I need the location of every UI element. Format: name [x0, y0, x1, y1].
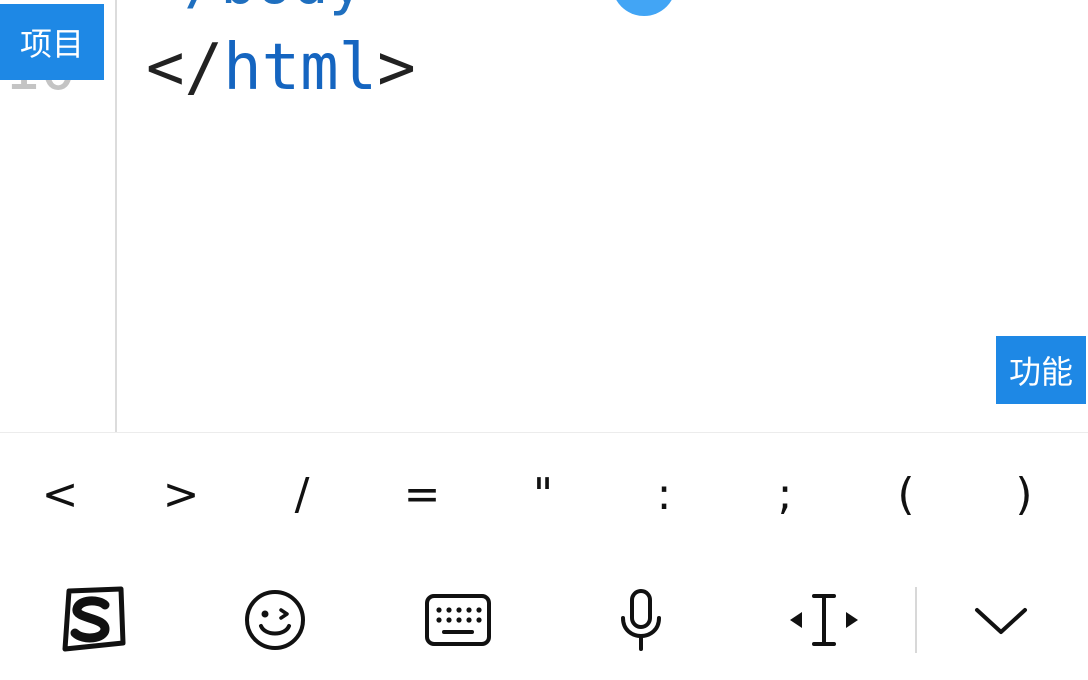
collapse-chevron-icon[interactable] — [956, 575, 1046, 665]
code-tag-name: html — [223, 31, 378, 105]
symbol-semicolon-key[interactable]: ; — [745, 433, 825, 555]
symbol-greater-than-key[interactable]: > — [141, 433, 221, 555]
keyboard-icon[interactable] — [413, 575, 503, 665]
symbol-colon-key[interactable]: : — [624, 433, 704, 555]
code-open-bracket: </ — [146, 31, 224, 105]
function-tab[interactable]: 功能 — [996, 336, 1086, 404]
code-line[interactable]: </html> — [146, 30, 416, 106]
project-tab[interactable]: 项目 — [0, 4, 104, 80]
symbol-quote-key[interactable]: " — [503, 433, 583, 555]
microphone-icon[interactable] — [596, 575, 686, 665]
code-close-bracket: > — [377, 31, 416, 105]
toolbar-divider — [915, 587, 917, 653]
partial-code-line: </body> — [148, 0, 401, 18]
cursor-move-icon[interactable] — [779, 575, 869, 665]
symbol-right-paren-key[interactable]: ) — [984, 433, 1064, 555]
code-editor[interactable]: 10 </body> </html> 项目 功能 — [0, 0, 1088, 432]
symbol-equals-key[interactable]: = — [382, 433, 462, 555]
symbol-shortcut-bar: < > / = " : ; ( ) — [0, 432, 1088, 556]
symbol-left-paren-key[interactable]: ( — [866, 433, 946, 555]
gutter-divider — [115, 0, 117, 432]
symbol-less-than-key[interactable]: < — [20, 433, 100, 555]
text-cursor-handle[interactable] — [612, 0, 676, 16]
keyboard-toolbar — [0, 555, 1088, 680]
symbol-slash-key[interactable]: / — [262, 433, 342, 555]
emoji-icon[interactable] — [230, 575, 320, 665]
sogou-input-logo-icon[interactable] — [47, 575, 137, 665]
